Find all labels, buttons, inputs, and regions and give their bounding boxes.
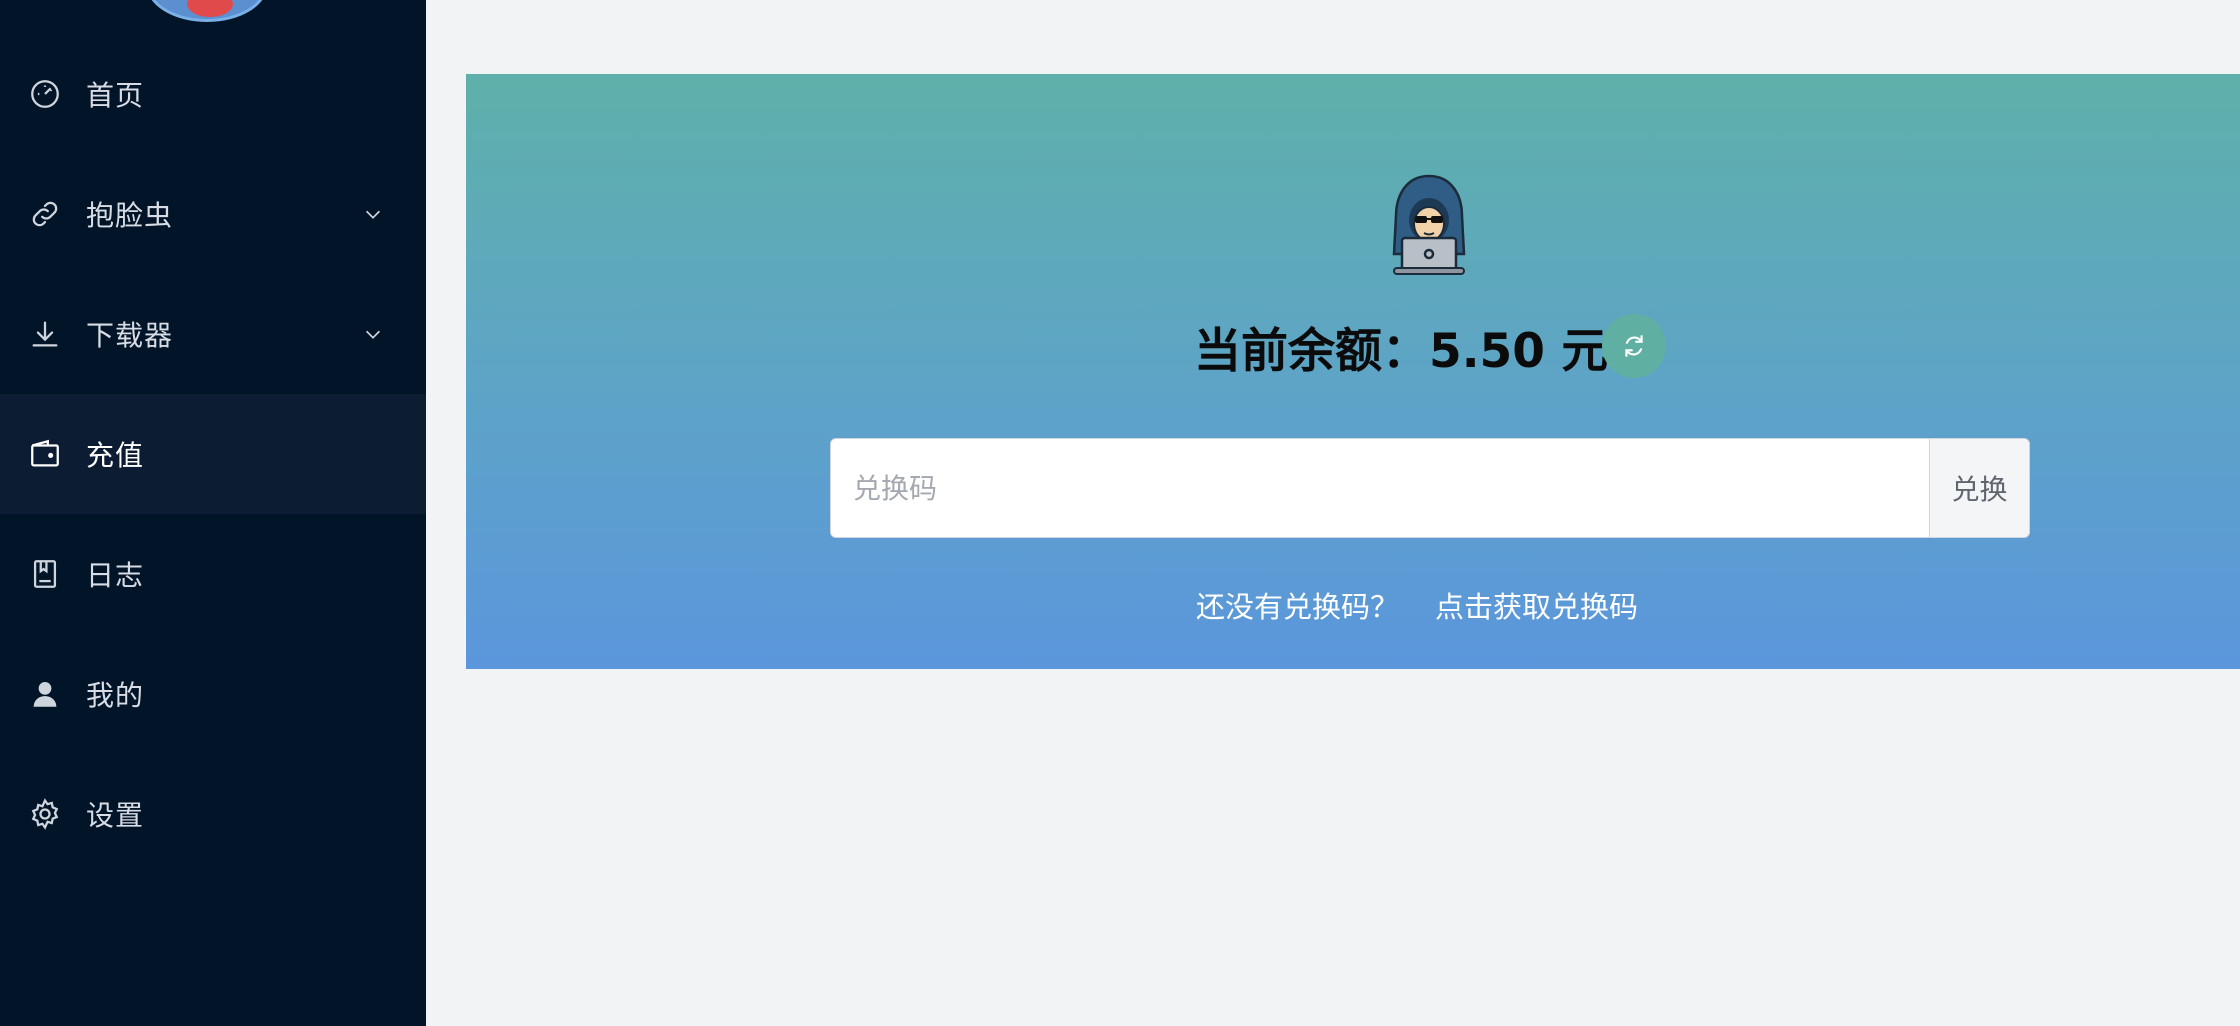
- sidebar-item-settings[interactable]: 设置: [0, 754, 426, 874]
- link-icon: [28, 197, 62, 231]
- balance-text: 当前余额：5.50 元: [1194, 324, 1609, 379]
- hint-question: 还没有兑换码？: [1196, 590, 1400, 624]
- sidebar-item-recharge[interactable]: 充值: [0, 394, 426, 514]
- wallet-icon: [28, 437, 62, 471]
- sidebar: 首页 抱脸虫 下载器 充值 日志 我的 设置: [0, 0, 426, 1026]
- book-icon: [28, 557, 62, 591]
- gear-icon: [28, 797, 62, 831]
- sidebar-item-home[interactable]: 首页: [0, 34, 426, 154]
- chevron-down-icon[interactable]: [362, 203, 384, 225]
- sidebar-item-baolianchong[interactable]: 抱脸虫: [0, 154, 426, 274]
- refresh-button[interactable]: [1602, 314, 1666, 378]
- sidebar-item-label: 我的: [86, 679, 145, 712]
- sidebar-item-mine[interactable]: 我的: [0, 634, 426, 754]
- logo-avatar[interactable]: [146, 0, 268, 22]
- sidebar-item-label: 抱脸虫: [86, 199, 174, 232]
- refresh-icon: [1625, 335, 1643, 357]
- logo-mark: [187, 0, 233, 17]
- sidebar-item-log[interactable]: 日志: [0, 514, 426, 634]
- redeem-button[interactable]: 兑换: [1929, 439, 2029, 537]
- dashboard-icon: [28, 77, 62, 111]
- get-redeem-code-link[interactable]: 点击获取兑换码: [1435, 590, 1638, 624]
- sidebar-item-label: 设置: [86, 799, 145, 832]
- sidebar-item-label: 首页: [86, 79, 145, 112]
- redeem-code-input[interactable]: [831, 439, 1929, 537]
- redeem-hint: 还没有兑换码？ 点击获取兑换码: [1196, 584, 1638, 626]
- hacker-avatar-icon: [1392, 174, 1466, 275]
- sidebar-item-label: 日志: [86, 559, 145, 592]
- redeem-input-group: 兑换: [830, 438, 2030, 538]
- user-icon: [28, 677, 62, 711]
- balance-row: 当前余额：5.50 元: [0, 306, 2240, 382]
- sidebar-item-label: 充值: [86, 439, 145, 472]
